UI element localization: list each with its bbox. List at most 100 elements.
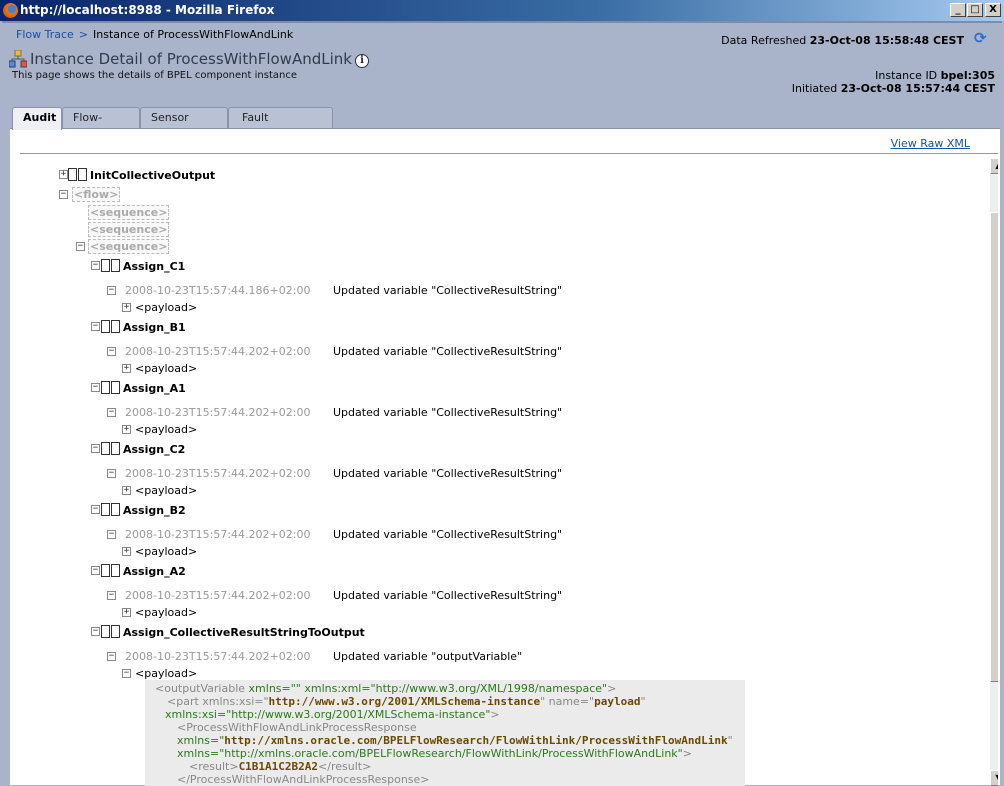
event-row: 2008-10-23T15:57:44.186+02:00 — [125, 284, 310, 298]
collapse-toggle[interactable]: − — [107, 347, 116, 356]
collapse-toggle[interactable]: − — [91, 627, 100, 636]
breadcrumb-flow-trace-link[interactable]: Flow Trace — [16, 28, 74, 41]
scroll-down-button[interactable]: ▼ — [990, 770, 998, 786]
expand-toggle[interactable]: + — [122, 364, 131, 373]
vertical-scrollbar[interactable]: ▲▼ — [990, 158, 998, 786]
activity-name: Assign_C2 — [123, 443, 186, 456]
collapse-toggle[interactable]: − — [91, 444, 100, 453]
collapse-toggle[interactable]: − — [91, 566, 100, 575]
flow-row[interactable]: <flow> — [72, 187, 121, 202]
info-icon[interactable]: i — [354, 54, 369, 68]
xml-text: " name=" — [540, 695, 595, 708]
assign-activity-icon — [101, 381, 121, 395]
expand-toggle[interactable]: + — [122, 486, 131, 495]
event-message: Updated variable "outputVariable" — [333, 650, 523, 663]
xml-value: http://xmlns.oracle.com/BPELFlowResearch… — [224, 734, 728, 747]
event-message: Updated variable "CollectiveResultString… — [333, 284, 563, 297]
event-message: Updated variable "CollectiveResultString… — [333, 345, 563, 358]
refreshed-label: Data Refreshed — [721, 34, 807, 47]
breadcrumb-current: Instance of ProcessWithFlowAndLink — [93, 28, 294, 41]
payload-row[interactable]: <payload> — [135, 606, 197, 620]
payload-row[interactable]: <payload> — [135, 423, 197, 437]
tab-sensor-values[interactable]: Sensor Values — [140, 107, 228, 144]
activity-row[interactable]: Assign_A2 — [101, 564, 186, 579]
payload-row[interactable]: <payload> — [135, 301, 197, 315]
expand-toggle[interactable]: + — [122, 303, 131, 312]
instance-id-label: Instance ID — [875, 69, 938, 82]
xml-text: <ProcessWithFlowAndLinkProcessResponse — [177, 721, 417, 734]
xml-text: <outputVariable — [155, 682, 249, 695]
activity-row[interactable]: Assign_C1 — [101, 259, 185, 274]
payload-row[interactable]: <payload> — [135, 484, 197, 498]
collapse-toggle[interactable]: − — [76, 242, 85, 251]
collapse-toggle[interactable]: − — [91, 505, 100, 514]
activity-name: InitCollectiveOutput — [90, 169, 216, 182]
payload-xml: <outputVariable xmlns="" xmlns:xml="http… — [145, 680, 745, 786]
expand-toggle[interactable]: + — [122, 425, 131, 434]
collapse-toggle[interactable]: − — [91, 261, 100, 270]
assign-activity-icon — [101, 503, 121, 517]
refresh-icon[interactable]: ⟳ — [974, 30, 990, 46]
view-raw-xml-link[interactable]: View Raw XML — [891, 137, 970, 150]
event-message-row: Updated variable "outputVariable" — [333, 650, 522, 664]
tab-fault-recovery[interactable]: Fault Recovery — [228, 107, 333, 144]
expand-toggle[interactable]: + — [122, 608, 131, 617]
process-icon — [9, 50, 27, 68]
assign-activity-icon — [101, 625, 121, 639]
activity-row[interactable]: Assign_B1 — [101, 320, 186, 335]
refreshed-value: 23-Oct-08 15:58:48 CEST — [809, 34, 964, 47]
payload-label: <payload> — [135, 667, 198, 680]
collapse-toggle[interactable]: − — [107, 530, 116, 539]
event-timestamp: 2008-10-23T15:57:44.202+02:00 — [125, 528, 311, 541]
collapse-toggle[interactable]: − — [107, 286, 116, 295]
activity-row[interactable]: Assign_A1 — [101, 381, 186, 396]
event-row: 2008-10-23T15:57:44.202+02:00 — [125, 528, 310, 542]
activity-row[interactable]: Assign_CollectiveResultStringToOutput — [101, 625, 365, 640]
activity-row[interactable]: Assign_C2 — [101, 442, 185, 457]
sequence-tag: <sequence> — [88, 205, 170, 220]
payload-label: <payload> — [135, 545, 198, 558]
sequence-tag: <sequence> — [88, 222, 170, 237]
collapse-toggle[interactable]: − — [91, 383, 100, 392]
sequence-row[interactable]: <sequence> — [88, 222, 170, 237]
collapse-toggle[interactable]: − — [107, 469, 116, 478]
activity-name: Assign_B1 — [123, 321, 186, 334]
payload-row[interactable]: <payload> — [135, 545, 197, 559]
collapse-toggle[interactable]: − — [91, 322, 100, 331]
collapse-toggle[interactable]: − — [59, 190, 68, 199]
payload-label: <payload> — [135, 301, 198, 314]
close-button[interactable]: X — [985, 3, 1001, 17]
initiated: Initiated 23-Oct-08 15:57:44 CEST — [792, 82, 995, 95]
xml-value: payload — [594, 695, 641, 708]
tab-flow-debug[interactable]: Flow-Debug — [62, 107, 140, 144]
firefox-icon — [3, 3, 18, 18]
scroll-up-button[interactable]: ▲ — [990, 158, 998, 174]
expand-toggle[interactable]: + — [59, 170, 68, 179]
sequence-row[interactable]: <sequence> — [88, 205, 170, 220]
collapse-toggle[interactable]: − — [122, 669, 131, 678]
tab-audit[interactable]: Audit — [12, 107, 62, 130]
maximize-button[interactable]: □ — [967, 3, 983, 17]
payload-row[interactable]: <payload> — [135, 362, 197, 376]
collapse-toggle[interactable]: − — [107, 408, 116, 417]
activity-name: Assign_CollectiveResultStringToOutput — [123, 626, 365, 639]
sequence-row[interactable]: <sequence> — [88, 239, 170, 254]
event-timestamp: 2008-10-23T15:57:44.202+02:00 — [125, 589, 311, 602]
event-row: 2008-10-23T15:57:44.202+02:00 — [125, 345, 310, 359]
collapse-toggle[interactable]: − — [107, 652, 116, 661]
xml-text: > — [682, 747, 692, 760]
event-message-row: Updated variable "CollectiveResultString… — [333, 345, 562, 359]
activity-row[interactable]: InitCollectiveOutput — [68, 168, 215, 183]
expand-toggle[interactable]: + — [122, 547, 131, 556]
payload-row[interactable]: <payload> — [135, 667, 197, 681]
minimize-button[interactable]: _ — [950, 3, 966, 17]
xml-attr: xmlns:xsi="http://www.w3.org/2001/XMLSch… — [165, 708, 491, 721]
initiated-label: Initiated — [791, 82, 838, 95]
event-timestamp: 2008-10-23T15:57:44.202+02:00 — [125, 650, 311, 663]
activity-name: Assign_B2 — [123, 504, 186, 517]
scroll-thumb[interactable] — [990, 212, 998, 682]
activity-row[interactable]: Assign_B2 — [101, 503, 186, 518]
collapse-toggle[interactable]: − — [107, 591, 116, 600]
event-timestamp: 2008-10-23T15:57:44.202+02:00 — [125, 467, 311, 480]
payload-label: <payload> — [135, 362, 198, 375]
